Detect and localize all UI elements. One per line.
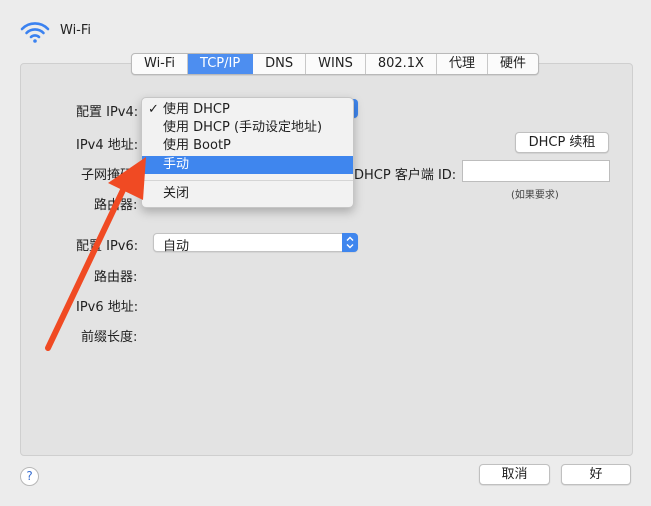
help-button[interactable]: ? (20, 467, 39, 486)
wifi-icon (20, 22, 50, 43)
dhcp-renew-button[interactable]: DHCP 续租 (515, 132, 609, 153)
ok-button[interactable]: 好 (561, 464, 631, 485)
configure-ipv6-label: 配置 IPv6: (76, 239, 139, 254)
menu-item-manual[interactable]: 手动 (142, 156, 353, 174)
menu-item-dhcp-manual-address[interactable]: 使用 DHCP (手动设定地址) (142, 119, 353, 137)
popup-stepper-icon (342, 233, 358, 252)
subnet-mask-label: 子网掩码 (81, 168, 134, 183)
window-title: Wi-Fi (60, 23, 92, 38)
checkmark-icon: ✓ (148, 102, 159, 117)
tab-dns[interactable]: DNS (253, 54, 307, 74)
tab-tcpip[interactable]: TCP/IP (188, 54, 254, 74)
configure-ipv6-popup[interactable]: 自动 (153, 233, 358, 254)
menu-separator (142, 180, 353, 181)
menu-item-bootp[interactable]: 使用 BootP (142, 137, 353, 155)
configure-ipv6-value: 自动 (163, 239, 190, 254)
tab-8021x[interactable]: 802.1X (366, 54, 437, 74)
ipv6-address-label: IPv6 地址: (76, 300, 139, 315)
dhcp-client-id-field[interactable] (462, 160, 610, 182)
prefix-length-label: 前缀长度: (81, 330, 138, 345)
configure-ipv4-menu: ✓ 使用 DHCP 使用 DHCP (手动设定地址) 使用 BootP 手动 关… (141, 97, 354, 208)
menu-item-label: 使用 BootP (163, 138, 231, 153)
ipv6-router-label: 路由器: (94, 270, 138, 285)
menu-item-label: 手动 (163, 157, 190, 172)
configure-ipv4-label: 配置 IPv4: (76, 105, 139, 120)
menu-item-label: 使用 DHCP (163, 102, 230, 117)
tab-wins[interactable]: WINS (306, 54, 366, 74)
router-label: 路由器: (94, 198, 138, 213)
tab-proxy[interactable]: 代理 (437, 54, 488, 74)
menu-item-off[interactable]: 关闭 (142, 185, 353, 203)
dhcp-client-id-label: DHCP 客户端 ID: (354, 168, 457, 183)
tab-bar: Wi-Fi TCP/IP DNS WINS 802.1X 代理 硬件 (131, 53, 539, 75)
dhcp-client-id-hint: (如果要求) (511, 190, 559, 201)
tab-wifi[interactable]: Wi-Fi (132, 54, 189, 74)
menu-item-label: 使用 DHCP (手动设定地址) (163, 120, 323, 135)
tab-hardware[interactable]: 硬件 (488, 54, 538, 74)
menu-item-label: 关闭 (163, 186, 190, 201)
cancel-button[interactable]: 取消 (479, 464, 550, 485)
menu-item-dhcp[interactable]: ✓ 使用 DHCP (142, 101, 353, 119)
ipv4-address-label: IPv4 地址: (76, 138, 139, 153)
